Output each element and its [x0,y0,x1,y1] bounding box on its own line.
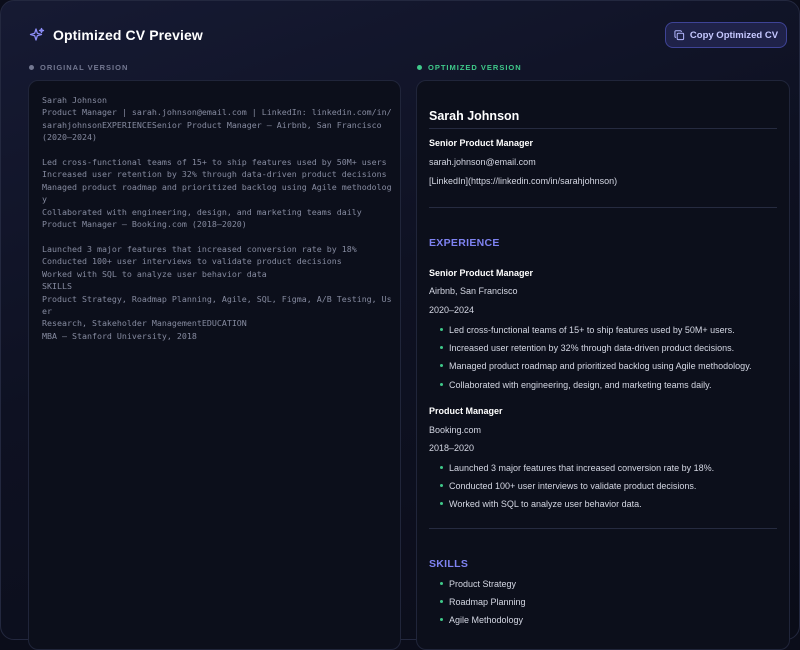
copy-button-label: Copy Optimized CV [689,29,779,41]
cv-preview-window: Optimized CV Preview Copy Optimized CV O… [0,0,800,650]
list-item: Managed product roadmap and prioritized … [429,360,752,378]
original-version-label: ORIGINAL VERSION [29,63,128,72]
list-item: Worked with SQL to analyze user behavior… [429,498,714,516]
cv-name: Sarah Johnson [429,109,520,123]
copy-optimized-cv-button[interactable]: Copy Optimized CV [665,22,787,48]
original-cv-text: Sarah Johnson Product Manager | sarah.jo… [42,95,392,341]
list-item: Led cross-functional teams of 15+ to shi… [429,324,752,342]
list-item: Collaborated with engineering, design, a… [429,379,752,397]
list-item: Increased user retention by 32% through … [429,342,752,360]
cv-linkedin: [LinkedIn](https://linkedin.com/in/sarah… [429,176,618,186]
copy-icon [674,29,685,41]
cv-headline: Senior Product Manager [429,138,534,148]
experience-heading: EXPERIENCE [429,237,500,249]
page-title: Optimized CV Preview [53,27,203,43]
list-item: Roadmap Planning [429,596,526,614]
job-dates: 2020–2024 [429,305,475,315]
job-dates: 2018–2020 [429,443,475,453]
list-item: Launched 3 major features that increased… [429,462,714,480]
job-company: Booking.com [429,425,482,435]
job-company: Airbnb, San Francisco [429,286,518,296]
sparkle-icon [29,27,45,43]
original-cv-panel[interactable]: Sarah Johnson Product Manager | sarah.jo… [28,80,401,650]
cv-email: sarah.johnson@email.com [429,157,536,167]
divider [429,128,777,129]
divider [429,207,777,208]
optimized-cv-panel[interactable]: Sarah Johnson Senior Product Manager sar… [416,80,790,650]
divider [429,528,777,529]
list-item: Agile Methodology [429,614,526,632]
job-bullets: Launched 3 major features that increased… [429,462,714,517]
list-item: Product Strategy [429,578,526,596]
job-title: Senior Product Manager [429,268,534,278]
job-bullets: Led cross-functional teams of 15+ to shi… [429,324,752,397]
status-dot [29,65,34,70]
optimized-version-label: OPTIMIZED VERSION [417,63,522,72]
list-item: Conducted 100+ user interviews to valida… [429,480,714,498]
skills-list: Product Strategy Roadmap Planning Agile … [429,578,526,633]
skills-heading: SKILLS [429,558,469,570]
header: Optimized CV Preview [29,23,203,47]
job-title: Product Manager [429,406,503,416]
status-dot [417,65,422,70]
